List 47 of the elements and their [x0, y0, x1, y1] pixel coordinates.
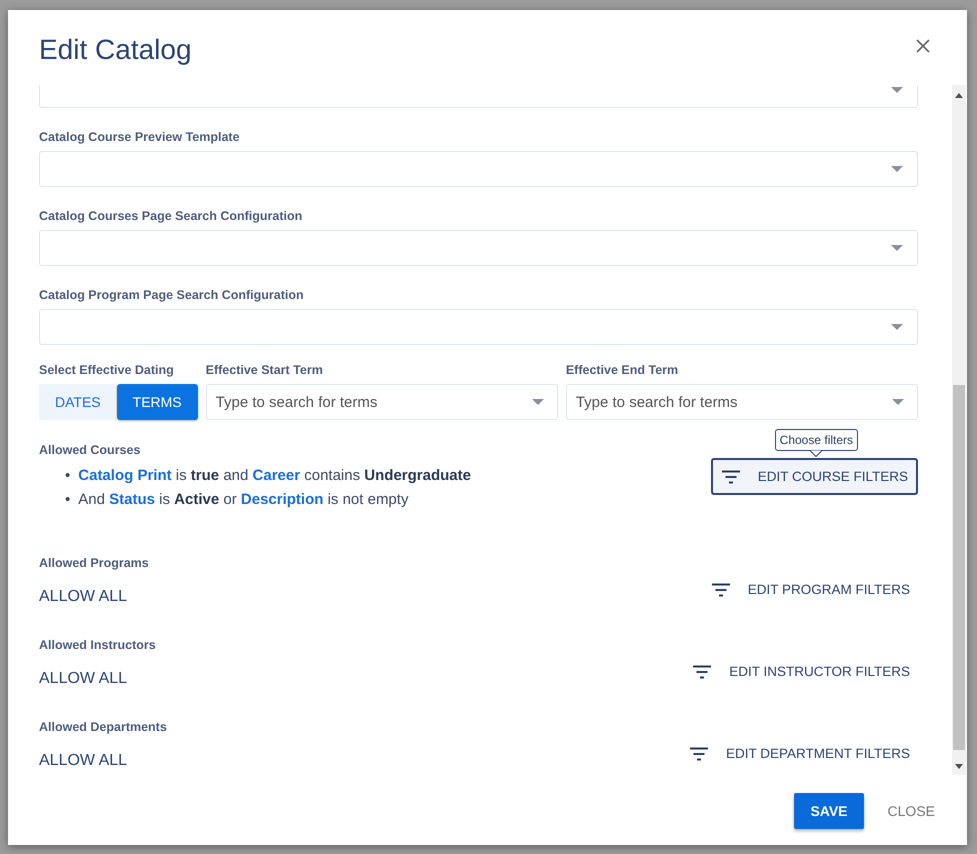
- scrollbar-thumb[interactable]: [953, 385, 965, 750]
- filter-icon: [720, 470, 741, 484]
- field-label: Select Effective Dating: [39, 363, 175, 377]
- toggle-option[interactable]: DATES: [39, 384, 117, 420]
- filter-icon: [692, 664, 712, 678]
- dropdown-caret-icon[interactable]: [891, 166, 903, 172]
- filter-rule: Catalog Print is true and Career contains Undergraduate: [78, 466, 471, 486]
- close-icon: [915, 38, 931, 54]
- section-label: Allowed Instructors: [39, 638, 156, 652]
- bullet: •: [65, 490, 70, 510]
- allow-all-text: ALLOW ALL: [39, 588, 128, 606]
- field-label: Effective Start Term: [206, 363, 324, 377]
- toggle-option[interactable]: TERMS: [116, 384, 198, 420]
- field-label: Effective End Term: [566, 363, 680, 377]
- field-label: Catalog Course Preview Template: [39, 130, 241, 144]
- scrollbar[interactable]: [952, 85, 966, 775]
- edit-filters-button[interactable]: EDIT INSTRUCTOR FILTERS: [682, 653, 918, 690]
- filter-rule: And Status is Active or Description is not empty: [78, 490, 408, 510]
- section-label: Allowed Programs: [39, 556, 149, 570]
- scroll-up-icon[interactable]: [955, 93, 963, 98]
- filter-icon: [688, 746, 709, 760]
- allow-all-text: ALLOW ALL: [39, 670, 128, 688]
- search-field[interactable]: Type to search for terms: [206, 384, 558, 420]
- field-label: Catalog Program Page Search Configuration: [39, 288, 305, 302]
- dropdown-caret-icon[interactable]: [891, 324, 903, 330]
- section-label: Allowed Courses: [39, 443, 142, 457]
- search-field[interactable]: Type to search for terms: [566, 384, 918, 420]
- save-button[interactable]: SAVE: [794, 793, 864, 829]
- field-label: Catalog Courses Page Search Configuration: [39, 209, 304, 223]
- close-button[interactable]: CLOSE: [888, 793, 935, 829]
- bullet: •: [65, 466, 70, 486]
- section-label: Allowed Departments: [39, 720, 167, 734]
- dropdown-caret-icon[interactable]: [891, 245, 903, 251]
- edit-filters-button[interactable]: EDIT DEPARTMENT FILTERS: [678, 735, 918, 772]
- scroll-down-icon[interactable]: [955, 764, 963, 769]
- dialog-title: Edit Catalog: [39, 34, 192, 66]
- select-field[interactable]: [39, 309, 918, 345]
- allow-all-text: ALLOW ALL: [39, 752, 128, 770]
- edit-filters-button[interactable]: EDIT COURSE FILTERS: [710, 458, 918, 495]
- filter-icon: [710, 582, 731, 596]
- select-field[interactable]: [39, 230, 918, 266]
- edit-filters-button[interactable]: EDIT PROGRAM FILTERS: [700, 571, 918, 608]
- tooltip-pointer: [810, 450, 822, 457]
- dropdown-caret-icon[interactable]: [532, 399, 544, 405]
- dropdown-caret-icon[interactable]: [891, 87, 903, 93]
- dropdown-caret-icon[interactable]: [892, 399, 904, 405]
- select-field[interactable]: [39, 151, 918, 187]
